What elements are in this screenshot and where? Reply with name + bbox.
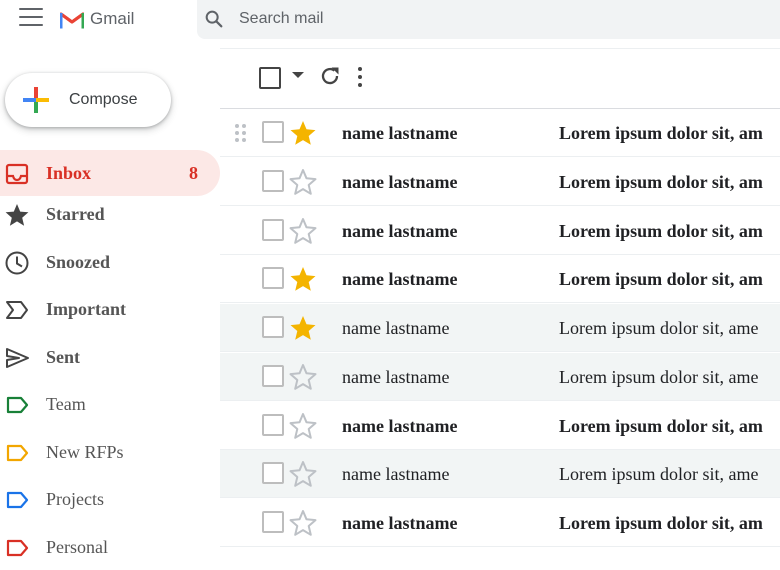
email-subject: Lorem ipsum dolor sit, ame [559,366,759,387]
sidebar-item-label: Important [46,299,126,319]
star-filled-icon[interactable] [288,119,318,147]
email-subject: Lorem ipsum dolor sit, am [559,171,763,192]
email-row[interactable]: name lastname Lorem ipsum dolor sit, ame [220,352,780,401]
header-divider [220,48,780,49]
sidebar-item-snoozed[interactable]: Snoozed [0,239,220,285]
inbox-icon [5,163,29,185]
email-sender: name lastname [342,269,458,290]
email-sender: name lastname [342,318,450,338]
select-dropdown-icon[interactable] [292,72,304,78]
label-icon [6,491,29,509]
more-options-icon[interactable] [353,64,367,90]
email-checkbox[interactable] [262,364,284,387]
email-row[interactable]: name lastname Lorem ipsum dolor sit, ame [220,450,780,499]
email-checkbox[interactable] [262,169,284,192]
email-checkbox[interactable] [262,218,284,241]
main-menu-icon[interactable] [19,8,43,28]
email-subject: Lorem ipsum dolor sit, ame [559,318,759,338]
email-sender: name lastname [342,366,450,387]
sidebar-item-team[interactable]: Team [0,381,220,427]
star-icon [5,204,29,226]
email-sender: name lastname [342,220,458,241]
app-name: Gmail [90,9,135,28]
star-filled-icon[interactable] [288,265,318,293]
star-outline-icon[interactable] [288,363,318,391]
email-checkbox[interactable] [262,316,284,338]
email-row[interactable]: name lastname Lorem ipsum dolor sit, am [220,401,780,450]
sidebar-item-projects[interactable]: Projects [0,476,220,522]
sidebar-item-inbox[interactable]: Inbox 8 [0,150,220,196]
refresh-icon[interactable] [318,64,342,88]
star-outline-icon[interactable] [288,412,318,440]
sidebar-item-starred[interactable]: Starred [0,191,220,237]
email-checkbox[interactable] [262,413,284,436]
compose-button[interactable]: Compose [5,73,171,127]
email-list: name lastname Lorem ipsum dolor sit, am na… [220,109,780,569]
email-subject: Lorem ipsum dolor sit, am [559,123,763,143]
sidebar-item-label: Projects [46,489,104,509]
sidebar-item-label: Snoozed [46,252,111,272]
label-icon [6,444,29,462]
email-sender: name lastname [342,123,458,143]
sidebar-item-label: New RFPs [46,442,124,462]
star-outline-icon[interactable] [288,509,318,537]
email-checkbox[interactable] [262,462,284,485]
search-icon[interactable] [203,8,225,30]
select-all-checkbox[interactable] [259,67,281,89]
label-icon [6,539,29,557]
sidebar-item-new-rfps[interactable]: New RFPs [0,429,220,475]
email-subject: Lorem ipsum dolor sit, am [559,513,763,533]
email-checkbox[interactable] [262,267,284,290]
star-outline-icon[interactable] [288,168,318,196]
top-header: Gmail [0,0,780,48]
star-outline-icon[interactable] [288,460,318,488]
sidebar-item-label: Sent [46,347,81,367]
sidebar-item-label: Inbox [46,163,92,183]
clock-icon [5,251,29,275]
star-outline-icon[interactable] [288,217,318,245]
email-subject: Lorem ipsum dolor sit, am [559,415,763,436]
email-checkbox[interactable] [262,511,284,533]
gmail-envelope-icon [60,12,84,29]
sidebar-item-personal[interactable]: Personal [0,524,220,570]
gmail-logo[interactable]: Gmail [60,8,140,30]
email-row[interactable]: name lastname Lorem ipsum dolor sit, am [220,499,780,547]
search-input[interactable] [237,6,741,32]
email-checkbox[interactable] [262,121,284,143]
email-subject: Lorem ipsum dolor sit, ame [559,464,759,485]
email-subject: Lorem ipsum dolor sit, am [559,269,763,290]
email-sender: name lastname [342,513,458,533]
email-sender: name lastname [342,464,450,485]
email-row[interactable]: name lastname Lorem ipsum dolor sit, am [220,206,780,255]
email-row[interactable]: name lastname Lorem ipsum dolor sit, am [220,109,780,157]
sidebar-item-important[interactable]: Important [0,286,220,332]
compose-label: Compose [69,91,138,108]
email-row[interactable]: name lastname Lorem ipsum dolor sit, am [220,255,780,304]
label-icon [6,396,29,414]
important-icon [6,301,28,319]
email-row[interactable]: name lastname Lorem ipsum dolor sit, ame [220,304,780,352]
search-bar [197,0,780,39]
star-filled-icon[interactable] [288,314,318,342]
inbox-unread-count: 8 [189,163,198,183]
compose-plus-icon [23,87,49,113]
email-sender: name lastname [342,171,458,192]
send-icon [6,348,29,368]
sidebar-item-label: Personal [46,537,108,557]
list-toolbar [220,50,780,108]
email-sender: name lastname [342,415,458,436]
sidebar-item-label: Starred [46,204,105,224]
email-subject: Lorem ipsum dolor sit, am [559,220,763,241]
drag-handle-icon[interactable] [235,124,247,144]
sidebar-item-sent[interactable]: Sent [0,334,220,380]
email-row[interactable]: name lastname Lorem ipsum dolor sit, am [220,157,780,206]
sidebar-item-label: Team [46,394,86,414]
